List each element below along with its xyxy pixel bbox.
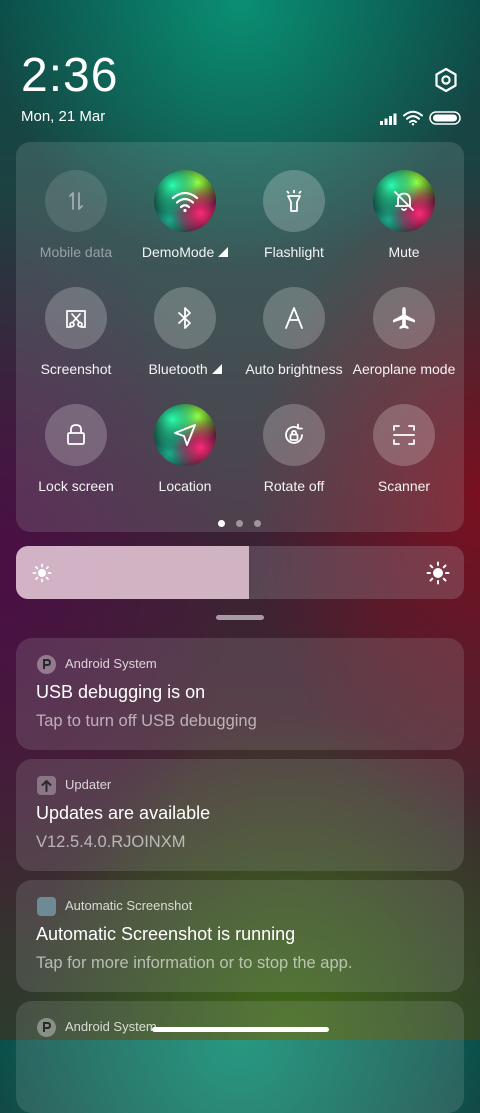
aeroplane-icon [393,307,415,329]
notification-android-system[interactable]: Android System [16,1001,464,1113]
tile-label: Rotate off [263,478,325,494]
notification-app-name: Android System [65,1019,157,1034]
tile-label: DemoMode [141,244,215,260]
tile-lock-screen[interactable]: Lock screen [21,404,131,494]
tile-rotate-off-button[interactable] [263,404,325,466]
updater-icon [37,776,56,795]
gear-hexagon-icon [435,67,457,93]
tile-mute-button[interactable] [373,170,435,232]
settings-button[interactable] [432,66,460,94]
battery-icon [429,111,461,125]
quick-settings-panel: Mobile data DemoMode Flashlight Mute Scr… [16,142,464,532]
sun-small-icon [32,563,52,583]
date: Mon, 21 Mar [21,108,106,125]
brightness-slider[interactable] [16,546,464,599]
tile-scanner-button[interactable] [373,404,435,466]
panel-drag-handle[interactable] [216,615,264,620]
tile-demomode[interactable]: DemoMode [130,170,240,260]
scanner-icon [393,425,415,445]
wifi-icon [171,191,199,213]
page-indicator [218,520,264,528]
tile-scanner[interactable]: Scanner [349,404,459,494]
tile-location[interactable]: Location [130,404,240,494]
tile-auto-brightness-button[interactable] [263,287,325,349]
tile-mute[interactable]: Mute [349,170,459,260]
tile-aeroplane-mode-button[interactable] [373,287,435,349]
notification-title: Updates are available [36,803,211,823]
notification-text: Tap for more information or to stop the … [36,954,353,972]
cellular-signal-icon [380,113,397,125]
wifi-icon [403,110,423,126]
android-system-icon [37,1018,56,1037]
page-dot [236,520,243,527]
tile-label: Bluetooth [148,361,208,377]
android-system-icon [37,655,56,674]
sun-large-icon [426,561,450,585]
notification-app-name: Android System [65,656,157,671]
tile-label: Location [158,478,212,494]
notification-title: Automatic Screenshot is running [36,924,296,944]
screenshot-scissors-icon [66,310,86,328]
tile-aeroplane-mode[interactable]: Aeroplane mode [349,287,459,377]
tile-mobile-data[interactable]: Mobile data [21,170,131,260]
tile-label: Scanner [377,478,431,494]
page-dot-active [218,520,225,527]
mute-bell-icon [394,191,414,211]
tile-screenshot[interactable]: Screenshot [21,287,131,377]
app-square-icon [37,897,56,916]
home-indicator[interactable] [152,1027,329,1032]
clock: 2:36 [21,49,119,102]
tile-screenshot-button[interactable] [45,287,107,349]
notification-usb-debugging[interactable]: Android System USB debugging is on Tap t… [16,638,464,750]
notification-title: USB debugging is on [36,682,206,702]
tile-rotate-off[interactable]: Rotate off [239,404,349,494]
expand-corner-icon [211,364,222,374]
tile-label: Mute [388,244,420,260]
tile-label: Auto brightness [245,361,343,377]
tile-demomode-button[interactable] [154,170,216,232]
tile-label: Screenshot [40,361,112,377]
tile-bluetooth[interactable]: Bluetooth [130,287,240,377]
notification-updater[interactable]: Updater Updates are available V12.5.4.0.… [16,759,464,871]
tile-label: Lock screen [38,478,114,494]
tile-flashlight[interactable]: Flashlight [239,170,349,260]
tile-lock-screen-button[interactable] [45,404,107,466]
page-dot [254,520,261,527]
tile-mobile-data-button[interactable] [45,170,107,232]
notification-text: Tap to turn off USB debugging [36,712,257,730]
tile-label: Aeroplane mode [352,361,456,377]
tile-label: Mobile data [39,244,113,260]
bluetooth-icon [178,307,191,329]
tile-bluetooth-button[interactable] [154,287,216,349]
rotate-lock-icon [285,423,303,444]
auto-brightness-icon [285,307,303,329]
notification-text: V12.5.4.0.RJOINXM [36,833,186,851]
location-arrow-icon [174,424,196,446]
flashlight-icon [286,190,302,212]
notification-app-name: Automatic Screenshot [65,898,193,913]
lock-icon [67,424,85,445]
tile-flashlight-button[interactable] [263,170,325,232]
tile-location-button[interactable] [154,404,216,466]
notification-app-name: Updater [65,777,112,792]
expand-corner-icon [218,247,229,257]
status-icons [380,108,462,128]
tile-auto-brightness[interactable]: Auto brightness [239,287,349,377]
mobile-data-icon [69,192,83,210]
notification-automatic-screenshot[interactable]: Automatic Screenshot Automatic Screensho… [16,880,464,992]
tile-label: Flashlight [264,244,324,260]
